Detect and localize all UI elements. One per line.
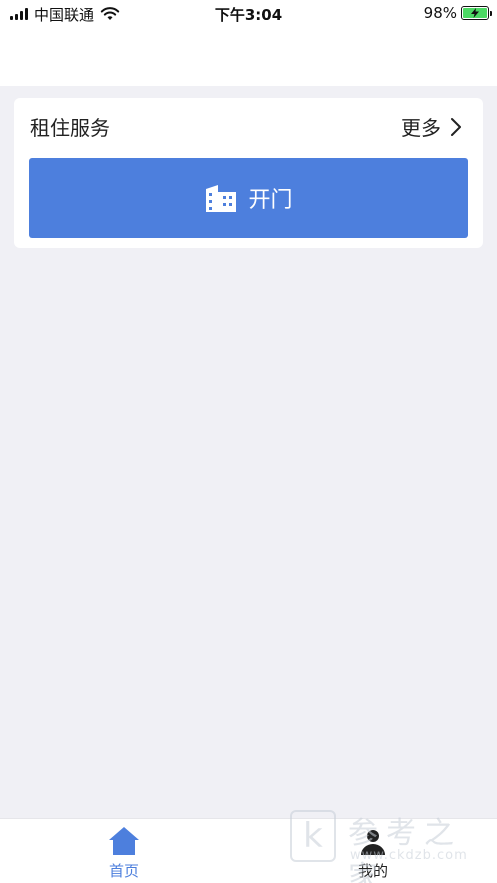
status-time: 下午3:04	[214, 6, 283, 24]
status-bar: 中国联通 下午3:04 98%	[0, 0, 497, 28]
tab-home[interactable]: 首页	[64, 825, 184, 883]
watermark-title: 参考之家	[348, 816, 462, 883]
more-link[interactable]: 更多	[401, 112, 465, 141]
app-screen: 中国联通 下午3:04 98% 租住服务 更多 开门 首页 我的 k 参考之家 …	[0, 0, 497, 883]
status-right: 98%	[423, 4, 492, 22]
open-door-label: 开门	[248, 188, 293, 213]
watermark-url: www.ckdzb.com	[350, 848, 468, 863]
chevron-right-icon	[451, 117, 461, 136]
watermark-logo: k	[290, 810, 336, 862]
charging-bolt-icon	[471, 8, 479, 18]
watermark: k 参考之家 www.ckdzb.com	[290, 808, 495, 883]
building-icon	[206, 185, 237, 212]
home-icon	[109, 827, 139, 855]
card-title: 租住服务	[30, 116, 110, 140]
tab-home-label: 首页	[108, 862, 139, 880]
header-area	[0, 28, 497, 86]
battery-icon	[461, 6, 492, 20]
rental-service-card: 租住服务 更多 开门	[14, 98, 483, 248]
battery-percent: 98%	[423, 4, 457, 22]
open-door-button[interactable]: 开门	[29, 158, 468, 238]
more-label: 更多	[401, 116, 441, 140]
